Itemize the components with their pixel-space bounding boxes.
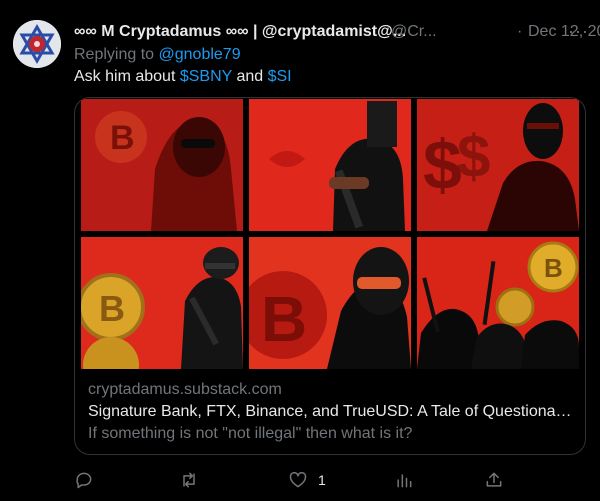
views-button[interactable] [394, 468, 424, 492]
card-description: If something is not "not illegal" then w… [88, 425, 413, 442]
card-meta: cryptadamus.substack.com Signature Bank,… [88, 379, 578, 445]
replying-to-prefix: Replying to [74, 46, 159, 63]
tweet-text: Ask him about $SBNY and $SI [74, 66, 292, 88]
svg-text:B: B [261, 283, 307, 355]
tweet-date[interactable]: Dec 12, 2022 [528, 21, 600, 43]
card-title[interactable]: Signature Bank, FTX, Binance, and TrueUS… [88, 401, 578, 423]
svg-text:B: B [99, 288, 125, 329]
display-name[interactable]: ∞∞ M Cryptadamus ∞∞ | @cryptadamist@... [74, 21, 406, 43]
share-button[interactable] [484, 468, 504, 492]
card-image-tile: B [249, 237, 411, 369]
like-button[interactable]: 1 [288, 468, 326, 492]
retweet-button[interactable] [179, 468, 209, 492]
tweet[interactable]: ∞∞ M Cryptadamus ∞∞ | @cryptadamist@... … [0, 0, 600, 501]
tweet-actions: 1 [74, 468, 586, 492]
replying-to-handle[interactable]: @gnoble79 [159, 46, 241, 63]
cashtag-sbny[interactable]: $SBNY [180, 68, 232, 85]
reply-icon [76, 472, 92, 489]
card-image-tile: B [81, 99, 243, 231]
tweet-text-prefix: Ask him about [74, 68, 180, 85]
link-card[interactable]: B $ $ B B B cryptadamus.substack.com Sig… [74, 97, 586, 455]
cashtag-si[interactable]: $SI [268, 68, 292, 85]
tweet-text-middle: and [232, 68, 268, 85]
share-icon [486, 472, 502, 487]
more-options-icon[interactable]: ··· [568, 20, 589, 42]
card-image-tile [249, 99, 411, 231]
like-count: 1 [318, 472, 326, 488]
retweet-icon [183, 472, 195, 488]
avatar[interactable] [13, 20, 61, 68]
user-handle[interactable]: @Cr... [391, 21, 437, 43]
card-image-grid: B $ $ B B B [81, 99, 579, 369]
card-domain[interactable]: cryptadamus.substack.com [88, 379, 578, 401]
reply-button[interactable] [74, 468, 104, 492]
tweet-header: ∞∞ M Cryptadamus ∞∞ | @cryptadamist@... … [74, 20, 600, 43]
separator-dot: · [517, 23, 523, 40]
svg-text:B: B [544, 253, 563, 283]
card-image-tile: B [417, 237, 579, 369]
card-image-tile: $ $ [417, 99, 579, 231]
replying-to-line: Replying to @gnoble79 [74, 44, 241, 66]
heart-icon [289, 471, 307, 488]
svg-text:$: $ [457, 123, 490, 190]
avatar-image [13, 20, 61, 68]
svg-text:B: B [110, 119, 135, 157]
card-image-tile: B [81, 237, 243, 369]
views-icon [397, 474, 412, 488]
